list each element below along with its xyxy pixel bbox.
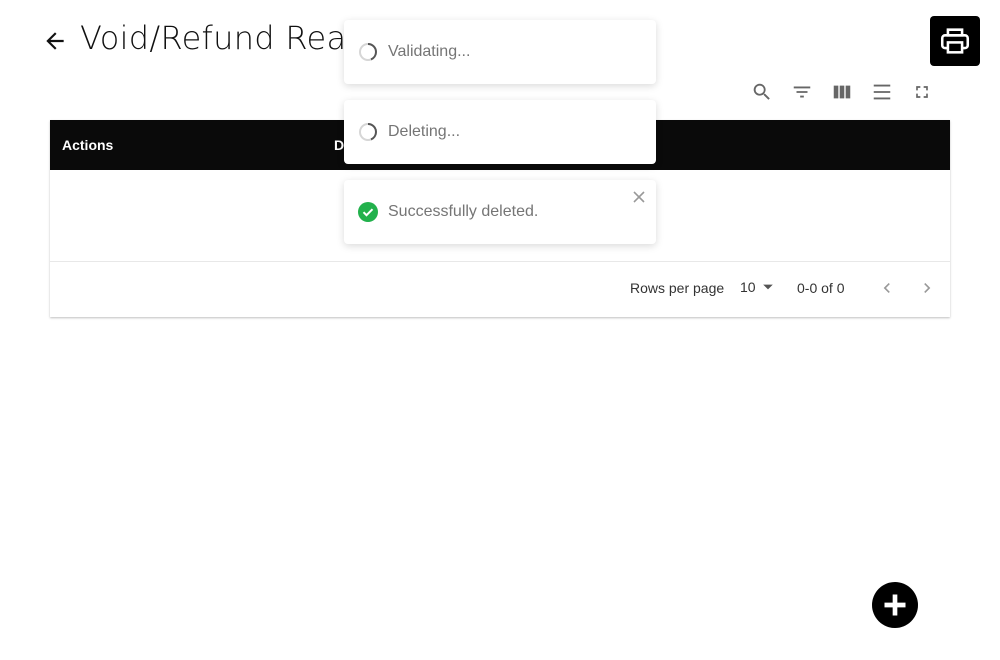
spinner-icon	[359, 123, 378, 141]
toast-message: Deleting...	[388, 123, 461, 140]
search-icon	[753, 83, 770, 100]
print-button[interactable]	[930, 16, 980, 66]
printer-icon	[940, 28, 970, 54]
next-page-button[interactable]	[915, 276, 939, 300]
previous-page-button[interactable]	[875, 276, 899, 300]
toast-message: Successfully deleted.	[388, 203, 539, 220]
toast-message: Validating...	[388, 43, 471, 60]
caret-down-icon	[762, 284, 773, 290]
back-button[interactable]	[40, 26, 70, 56]
chevron-left-icon	[883, 283, 890, 293]
column-header-d[interactable]: D	[334, 137, 344, 153]
plus-icon	[884, 594, 906, 616]
table-toolbar	[742, 78, 942, 106]
search-button[interactable]	[742, 78, 782, 106]
rows-per-page-value: 10	[740, 279, 756, 295]
density-button[interactable]	[862, 78, 902, 106]
pagination-range: 0-0 of 0	[797, 280, 845, 296]
arrow-left-icon	[46, 32, 64, 50]
close-icon[interactable]	[632, 190, 646, 204]
toast-deleting: Deleting...	[344, 100, 656, 164]
toast-success: Successfully deleted.	[344, 180, 656, 244]
chevron-right-icon	[924, 283, 931, 293]
pagination: Rows per page 10 0-0 of 0	[50, 261, 950, 317]
filter-icon	[793, 86, 811, 98]
add-button[interactable]	[872, 582, 918, 628]
check-circle-icon	[358, 202, 378, 222]
view-columns-button[interactable]	[822, 78, 862, 106]
spinner-icon	[359, 43, 378, 61]
filter-button[interactable]	[782, 78, 822, 106]
page-title: Void/Refund Rea	[80, 19, 347, 57]
density-icon	[873, 84, 891, 100]
rows-per-page-label: Rows per page	[630, 280, 725, 296]
fullscreen-icon	[916, 86, 928, 98]
fullscreen-button[interactable]	[902, 78, 942, 106]
column-header-actions[interactable]: Actions	[62, 137, 113, 153]
view-columns-icon	[833, 85, 851, 99]
rows-per-page-select[interactable]: 10	[740, 279, 774, 295]
toast-validating: Validating...	[344, 20, 656, 84]
